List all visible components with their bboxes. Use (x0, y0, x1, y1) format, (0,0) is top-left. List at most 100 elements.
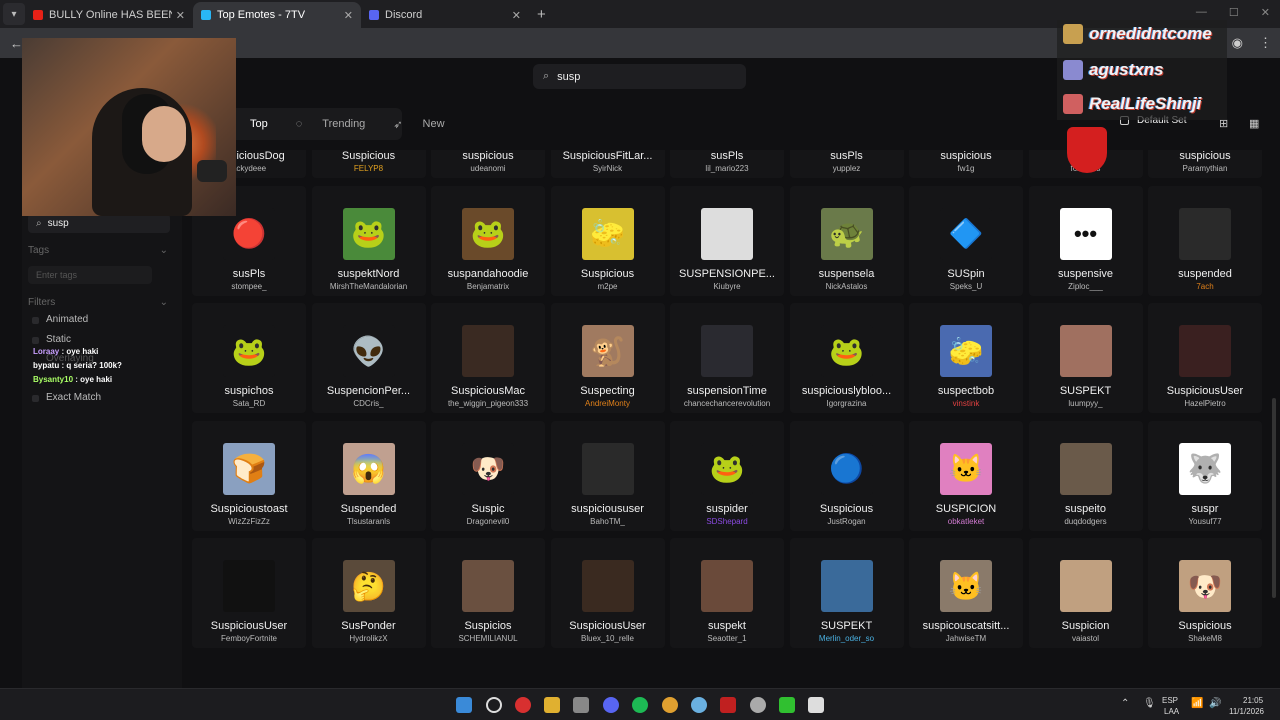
steam-icon[interactable] (750, 697, 766, 713)
emote-card[interactable]: SuspiciousUser HazelPietro (1148, 303, 1262, 413)
emote-author[interactable]: JustRogan (790, 517, 904, 526)
keyboard-language[interactable]: ESP (1162, 696, 1178, 705)
emote-card[interactable]: suspended 7ach (1148, 185, 1262, 296)
emote-card[interactable]: 🤔 SusPonder HydrolikzX (311, 538, 426, 648)
emote-card[interactable]: 🐺 suspr Yousuf77 (1148, 420, 1262, 531)
volume-icon[interactable]: 🔊 (1209, 698, 1221, 709)
close-icon[interactable]: ✕ (176, 9, 185, 22)
emote-author[interactable]: fw1g (909, 164, 1023, 173)
search-input[interactable]: ⌕ susp (533, 64, 746, 89)
emote-author[interactable]: Bluex_10_relle (551, 634, 665, 643)
emote-card[interactable]: Suspicios SCHEMILIANUL (431, 538, 545, 648)
emote-card[interactable]: 🐢 suspensela NickAstalos (789, 185, 904, 296)
emote-author[interactable]: Sata_RD (192, 399, 306, 408)
emote-author[interactable]: WizZzFizZz (192, 517, 306, 526)
emote-card[interactable]: SuspiciousMac the_wiggin_pigeon333 (431, 303, 545, 413)
emote-card[interactable]: 😱 Suspended Tlsustaranls (311, 420, 426, 531)
minimize-icon[interactable]: — (1196, 6, 1207, 19)
emote-card[interactable]: suspicious fw1g (909, 150, 1023, 178)
tab-discord[interactable]: Discord ✕ (361, 2, 529, 28)
emote-card[interactable]: susPls lil_mario223 (670, 150, 784, 178)
emote-card[interactable]: suspicious udeanomi (431, 150, 545, 178)
emote-author[interactable]: FemboyFortnite (192, 634, 306, 643)
emote-card[interactable]: suspeito duqdodgers (1028, 420, 1143, 531)
emote-author[interactable]: CDCris_ (312, 399, 426, 408)
filter-static[interactable]: Static (46, 334, 71, 345)
emote-author[interactable]: udeanomi (431, 164, 545, 173)
clock-time[interactable]: 21:05 (1243, 696, 1263, 705)
emote-author[interactable]: AndreiMonty (551, 399, 665, 408)
emote-author[interactable]: Seaotter_1 (670, 634, 784, 643)
app-icon[interactable] (515, 697, 531, 713)
emote-card[interactable]: SUSPENSIONPE... Kiubyre (670, 185, 784, 296)
emote-author[interactable]: Yousuf77 (1148, 517, 1262, 526)
emote-author[interactable]: the_wiggin_pigeon333 (431, 399, 545, 408)
emote-card[interactable]: susPls yupplez (789, 150, 904, 178)
profile-icon[interactable]: ◉ (1232, 35, 1243, 51)
discord-icon[interactable] (603, 697, 619, 713)
checkbox-exact-match[interactable] (32, 395, 39, 402)
emote-card[interactable]: 🧽 suspectbob vinstink (909, 303, 1023, 413)
emote-card[interactable]: 👽 SuspencionPer... CDCris_ (311, 303, 426, 413)
emote-author[interactable]: MirshTheMandalorian (312, 282, 426, 291)
emote-card[interactable]: 🧽 Suspicious m2pe (550, 185, 665, 296)
emote-card[interactable]: 🐸 suspandahoodie Benjamatrix (431, 185, 545, 296)
emote-author[interactable]: vinstink (909, 399, 1023, 408)
emote-author[interactable]: Igorgrazina (790, 399, 904, 408)
emote-card[interactable]: ••• suspensive Ziploc___ (1028, 185, 1143, 296)
small-grid-icon[interactable]: ▦ (1249, 117, 1259, 130)
tab-top[interactable]: Top (236, 118, 268, 130)
emote-author[interactable]: HydrolikzX (312, 634, 426, 643)
emote-author[interactable]: FELYP8 (312, 164, 426, 173)
tags-header[interactable]: Tags ⌄ (28, 245, 168, 256)
filters-header[interactable]: Filters ⌄ (28, 297, 168, 308)
scrollbar[interactable] (1272, 398, 1276, 598)
emote-author[interactable]: 7ach (1148, 282, 1262, 291)
emote-author[interactable]: duqdodgers (1029, 517, 1143, 526)
emote-author[interactable]: JahwiseTM (909, 634, 1023, 643)
emote-author[interactable]: Dragonevil0 (431, 517, 545, 526)
emote-author[interactable]: vaiastol (1029, 634, 1143, 643)
emote-author[interactable]: obkatleket (909, 517, 1023, 526)
emote-author[interactable]: stompee_ (192, 282, 306, 291)
emote-card[interactable]: 🔵 Suspicious JustRogan (789, 420, 904, 531)
emote-card[interactable]: 🐸 suspiciouslybloo... Igorgrazina (789, 303, 904, 413)
emote-card[interactable]: suspicious Paramythian (1148, 150, 1262, 178)
emote-author[interactable]: chancechancerevolution (670, 399, 784, 408)
search-icon[interactable] (486, 697, 502, 713)
checkbox-static[interactable] (32, 337, 39, 344)
close-icon[interactable]: ✕ (512, 9, 521, 22)
emote-card[interactable]: 🐸 suspektNord MirshTheMandalorian (311, 185, 426, 296)
emote-card[interactable]: 🐒 Suspecting AndreiMonty (550, 303, 665, 413)
emote-card[interactable]: 🔷 SUSpin Speks_U (909, 185, 1023, 296)
emote-card[interactable]: suspensionTime chancechancerevolution (670, 303, 784, 413)
microphone-icon[interactable]: 🎙 (1143, 698, 1156, 709)
windows-start-icon[interactable] (456, 697, 472, 713)
emote-author[interactable]: yupplez (790, 164, 904, 173)
tab-youtube[interactable]: BULLY Online HAS BEEN RELEA ✕ (25, 2, 193, 28)
emote-author[interactable]: luumpyy_ (1029, 399, 1143, 408)
clock-date[interactable]: 11/1/2026 (1229, 707, 1264, 716)
emote-card[interactable]: SUSPEKT Merlin_oder_so (789, 538, 904, 648)
emote-card[interactable]: Suspicion vaiastol (1028, 538, 1143, 648)
emote-author[interactable]: m2pe (551, 282, 665, 291)
close-window-icon[interactable]: ✕ (1261, 6, 1270, 19)
close-icon[interactable]: ✕ (344, 9, 353, 22)
filter-exact-match[interactable]: Exact Match (46, 392, 101, 403)
tab-new[interactable]: ➶ New (379, 118, 444, 131)
emote-author[interactable]: HazelPietro (1148, 399, 1262, 408)
emote-card[interactable]: SuspiciousUser FemboyFortnite (192, 538, 306, 648)
emote-author[interactable]: Paramythian (1148, 164, 1262, 173)
emote-card[interactable]: 🐸 suspider SDShepard (670, 420, 784, 531)
emote-author[interactable]: Merlin_oder_so (790, 634, 904, 643)
emote-author[interactable]: Kiubyre (670, 282, 784, 291)
emote-card[interactable]: SUSPEKT luumpyy_ (1028, 303, 1143, 413)
maximize-icon[interactable]: ☐ (1229, 6, 1239, 19)
tab-trending[interactable]: ◌ Trending (282, 118, 366, 130)
emote-author[interactable]: SCHEMILIANUL (431, 634, 545, 643)
menu-dots-icon[interactable]: ⋮ (1259, 35, 1272, 51)
emote-author[interactable]: Tlsustaranls (312, 517, 426, 526)
checkbox-animated[interactable] (32, 317, 39, 324)
app-icon[interactable] (691, 697, 707, 713)
file-explorer-icon[interactable] (544, 697, 560, 713)
